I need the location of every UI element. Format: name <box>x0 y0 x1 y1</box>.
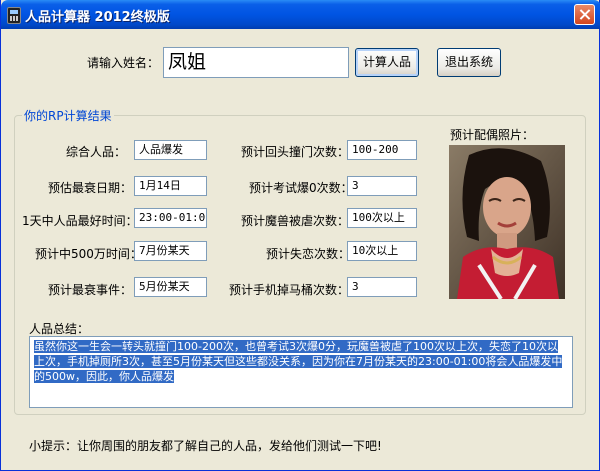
overall-rp-label: 综合人品： <box>66 145 127 159</box>
close-button[interactable] <box>574 4 595 25</box>
summary-textarea[interactable]: 虽然你这一生会一转头就撞门100-200次，也曾考试3次爆0分，玩魔兽被虐了10… <box>29 336 573 408</box>
worst-date-label: 预估最衰日期： <box>48 181 133 195</box>
phone-toilet-field[interactable]: 3 <box>347 277 417 297</box>
app-window: 人品计算器 2012终极版 请输入姓名： 凤姐 计算人品 退出系统 你的RP计算… <box>0 0 600 471</box>
calculate-button[interactable]: 计算人品 <box>355 48 419 77</box>
door-hits-field[interactable]: 100-200 <box>347 140 417 160</box>
exit-button[interactable]: 退出系统 <box>437 48 501 77</box>
lottery-time-field[interactable]: 7月份某天 <box>134 241 207 261</box>
exam-zero-field[interactable]: 3 <box>347 176 417 196</box>
breakups-label: 预计失恋次数： <box>266 247 351 261</box>
overall-rp-field[interactable]: 人品爆发 <box>134 140 207 160</box>
spouse-photo <box>449 145 565 299</box>
photo-label: 预计配偶照片： <box>450 128 535 142</box>
door-hits-label: 预计回头撞门次数： <box>241 145 350 159</box>
phone-toilet-label: 预计手机掉马桶次数： <box>229 283 350 297</box>
best-time-label: 1天中人品最好时间： <box>22 214 138 228</box>
worst-event-label: 预计最衰事件： <box>48 283 133 297</box>
exam-zero-label: 预计考试爆0次数： <box>249 181 353 195</box>
wow-beaten-field[interactable]: 100次以上 <box>347 208 417 228</box>
group-title: 你的RP计算结果 <box>22 107 114 124</box>
title-bar[interactable]: 人品计算器 2012终极版 <box>1 0 600 29</box>
wow-beaten-label: 预计魔兽被虐次数： <box>241 214 350 228</box>
breakups-field[interactable]: 10次以上 <box>347 241 417 261</box>
name-label: 请输入姓名： <box>87 56 160 70</box>
summary-text: 虽然你这一生会一转头就撞门100-200次，也曾考试3次爆0分，玩魔兽被虐了10… <box>34 340 563 383</box>
tip-text: 小提示：让你周围的朋友都了解自己的人品，发给他们测试一下吧! <box>29 439 382 453</box>
calculator-icon <box>7 7 21 24</box>
window-title: 人品计算器 2012终极版 <box>25 10 170 25</box>
best-time-field[interactable]: 23:00-01:00 <box>134 208 207 228</box>
worst-date-field[interactable]: 1月14日 <box>134 176 207 196</box>
name-input[interactable]: 凤姐 <box>163 47 349 78</box>
summary-label: 人品总结： <box>29 322 90 336</box>
lottery-time-label: 预计中500万时间： <box>35 247 142 261</box>
worst-event-field[interactable]: 5月份某天 <box>134 277 207 297</box>
